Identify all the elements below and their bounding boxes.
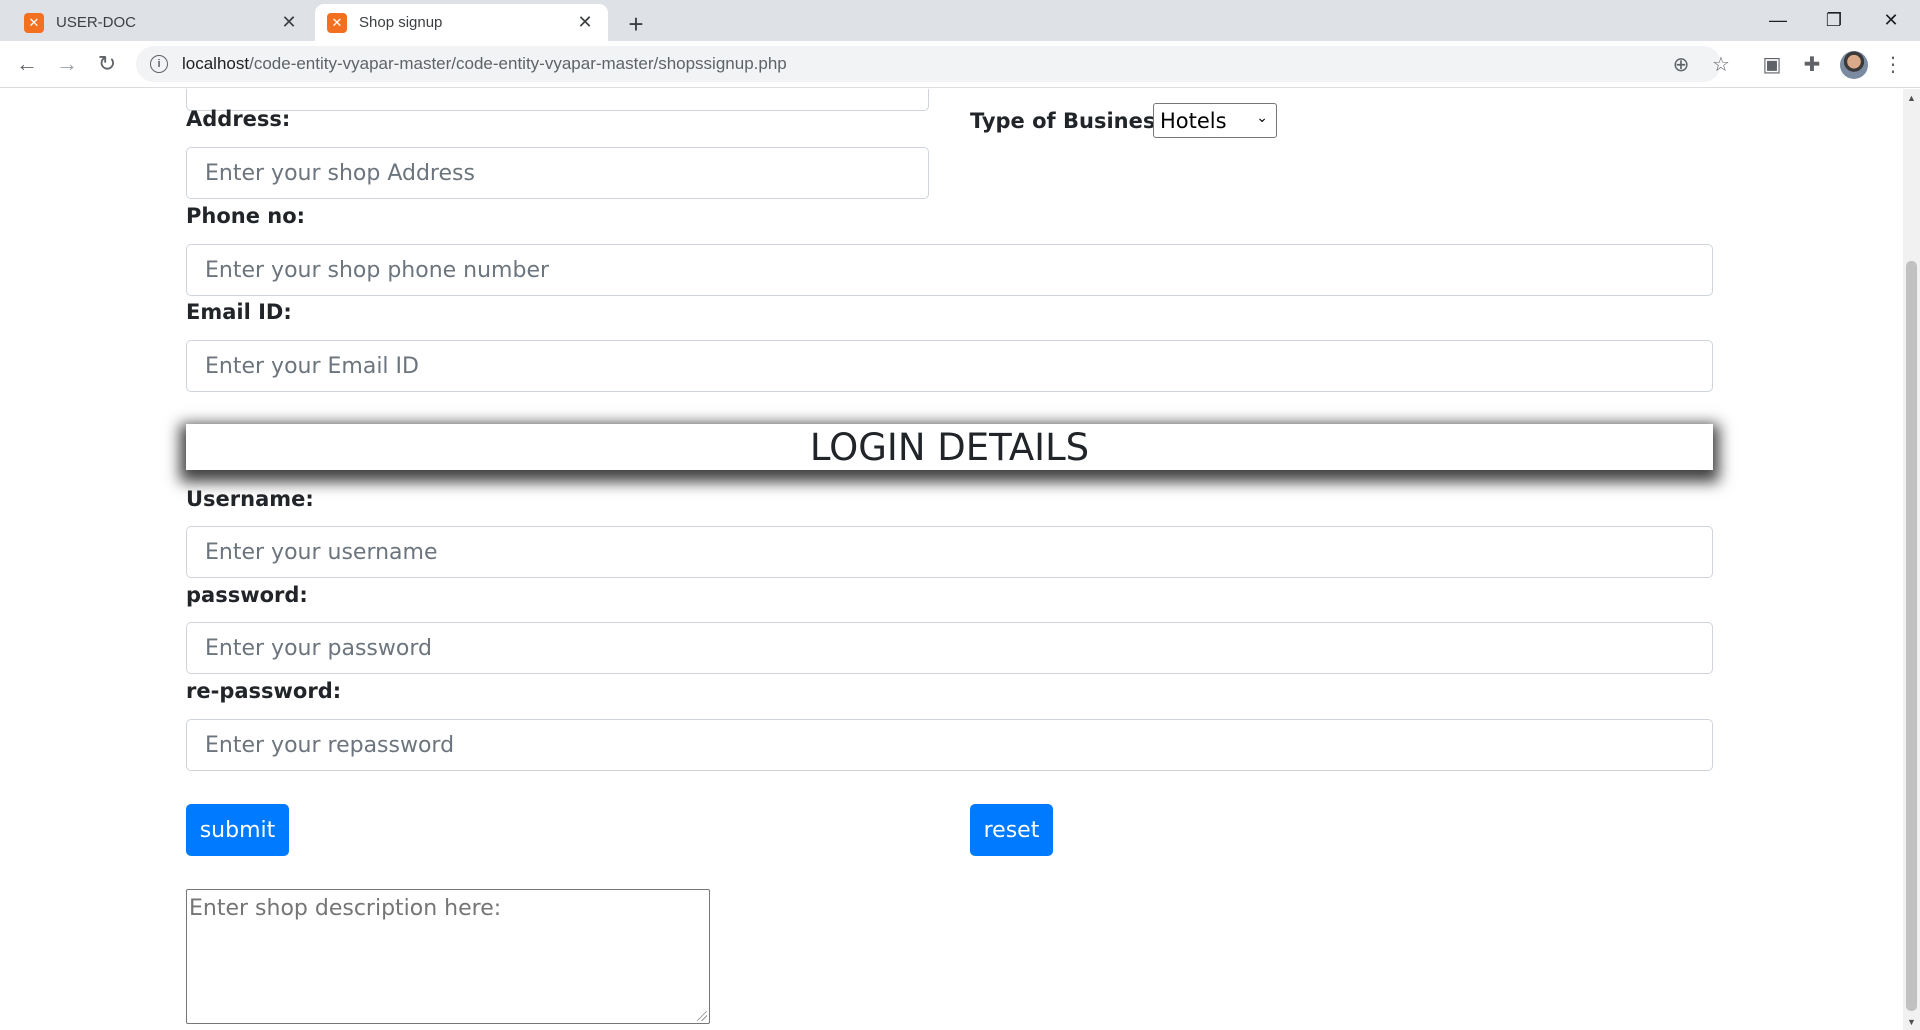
shop-name-input-partial[interactable] [186,89,929,111]
extension-icon[interactable]: ▣ [1758,50,1786,78]
resize-grip-icon[interactable] [697,1011,707,1021]
description-placeholder: Enter shop description here: [189,896,502,921]
new-tab-icon[interactable]: + [620,8,652,40]
phone-label: Phone no: [186,204,306,228]
tab-title: Shop signup [359,14,443,31]
star-icon[interactable]: ☆ [1706,49,1736,79]
chevron-down-icon: ⌄ [1256,110,1268,126]
email-label: Email ID: [186,300,292,324]
restore-icon[interactable]: ❐ [1805,0,1863,41]
tab-user-doc[interactable]: ✕ USER-DOC ✕ [12,4,312,41]
username-label: Username: [186,487,314,511]
xampp-icon: ✕ [24,12,44,33]
login-details-heading: LOGIN DETAILS [186,424,1713,470]
close-icon[interactable]: ✕ [278,12,300,34]
username-input[interactable] [186,526,1713,578]
forward-arrow-icon[interactable]: → [50,47,84,81]
minimize-icon[interactable]: — [1749,0,1807,41]
password-input[interactable] [186,622,1713,674]
tab-title: USER-DOC [56,14,137,31]
repassword-label: re-password: [186,679,342,703]
page-viewport: Address: Type of Business: Hotels ⌄ Phon… [0,89,1920,1030]
address-label: Address: [186,107,291,131]
scroll-down-icon[interactable]: ▼ [1903,1013,1920,1030]
avatar[interactable] [1840,51,1868,79]
reload-icon[interactable]: ↻ [90,47,124,81]
tab-shop-signup[interactable]: ✕ Shop signup ✕ [315,4,608,41]
business-type-select[interactable]: Hotels ⌄ [1153,103,1277,138]
xampp-icon: ✕ [327,12,347,33]
address-input[interactable] [186,147,929,199]
puzzle-icon[interactable]: ✚ [1798,50,1826,78]
submit-button[interactable]: submit [186,804,289,856]
shop-description-textarea[interactable]: Enter shop description here: [186,889,710,1024]
scrollbar-thumb[interactable] [1906,261,1917,1011]
address-bar[interactable]: i localhost/code-entity-vyapar-master/co… [136,46,1721,82]
info-icon[interactable]: i [150,55,168,73]
vertical-scrollbar[interactable]: ▲ ▼ [1903,89,1920,1030]
scroll-up-icon[interactable]: ▲ [1903,89,1920,106]
back-arrow-icon[interactable]: ← [10,47,44,81]
phone-input[interactable] [186,244,1713,296]
email-input[interactable] [186,340,1713,392]
url-text: localhost/code-entity-vyapar-master/code… [182,54,787,73]
business-type-label: Type of Business: [970,109,1177,133]
menu-dots-icon[interactable]: ⋮ [1879,50,1907,78]
tab-strip: ✕ USER-DOC ✕ ✕ Shop signup ✕ + — ❐ ✕ [0,0,1920,41]
repassword-input[interactable] [186,719,1713,771]
browser-toolbar: ← → ↻ i localhost/code-entity-vyapar-mas… [0,41,1920,88]
zoom-icon[interactable]: ⊕ [1666,49,1696,79]
close-icon[interactable]: ✕ [574,12,596,34]
reset-button[interactable]: reset [970,804,1053,856]
business-type-value: Hotels [1160,108,1227,133]
password-label: password: [186,583,308,607]
window-close-icon[interactable]: ✕ [1862,0,1920,41]
